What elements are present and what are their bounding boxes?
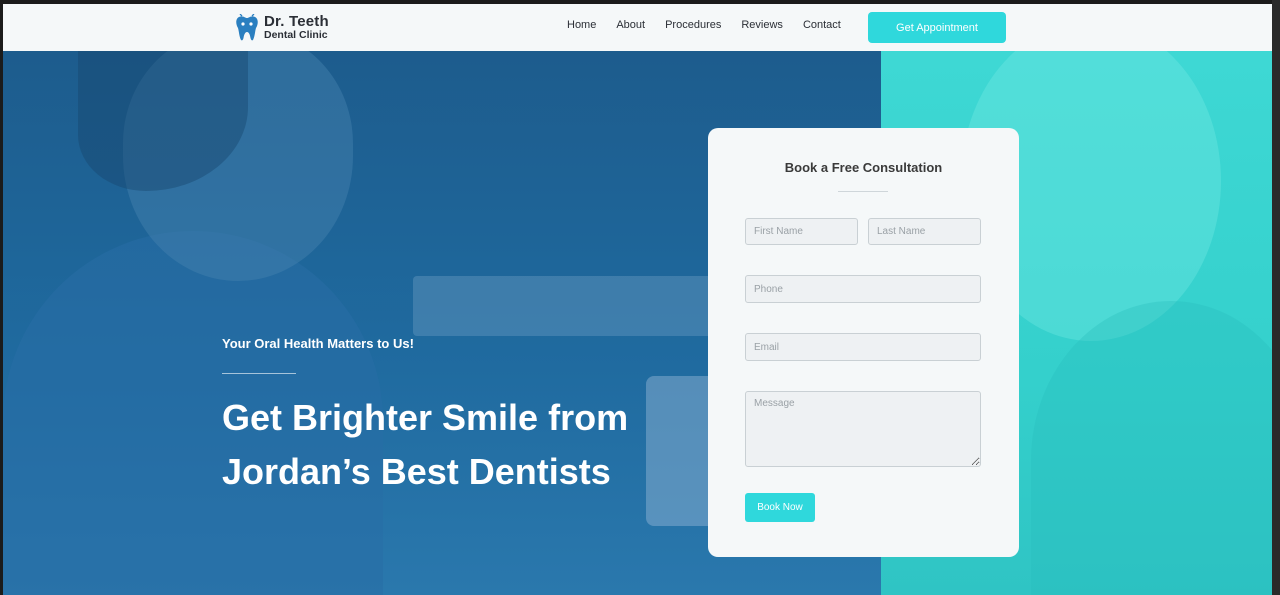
site-header: Dr. Teeth Dental Clinic Home About Proce… <box>3 4 1272 51</box>
book-now-button[interactable]: Book Now <box>745 493 815 522</box>
logo-title: Dr. Teeth <box>264 13 329 30</box>
nav-reviews[interactable]: Reviews <box>741 19 783 31</box>
tagline-divider <box>222 373 296 374</box>
nav-procedures[interactable]: Procedures <box>665 19 721 31</box>
form-title: Book a Free Consultation <box>784 160 943 175</box>
hero-section: Your Oral Health Matters to Us! Get Brig… <box>3 51 1272 595</box>
nav-contact[interactable]: Contact <box>803 19 841 31</box>
email-field[interactable] <box>745 333 981 361</box>
main-nav: Home About Procedures Reviews Contact <box>567 19 861 31</box>
tooth-icon <box>236 14 258 41</box>
nav-about[interactable]: About <box>616 19 645 31</box>
hero-tagline: Your Oral Health Matters to Us! <box>222 336 414 351</box>
hero-headline: Get Brighter Smile from Jordan’s Best De… <box>222 397 629 492</box>
logo[interactable]: Dr. Teeth Dental Clinic <box>234 14 354 44</box>
message-field[interactable] <box>745 391 981 467</box>
consultation-form-card: Book a Free Consultation Book Now <box>708 128 1019 557</box>
form-title-divider <box>838 191 888 192</box>
last-name-field[interactable] <box>868 218 981 245</box>
first-name-field[interactable] <box>745 218 858 245</box>
photo-shape-shoulder <box>1031 301 1272 595</box>
logo-subtitle: Dental Clinic <box>264 29 328 41</box>
nav-home[interactable]: Home <box>567 19 596 31</box>
photo-shape-desk <box>413 276 713 336</box>
scrollbar-track[interactable] <box>1272 0 1280 595</box>
get-appointment-button[interactable]: Get Appointment <box>868 12 1006 43</box>
phone-field[interactable] <box>745 275 981 303</box>
